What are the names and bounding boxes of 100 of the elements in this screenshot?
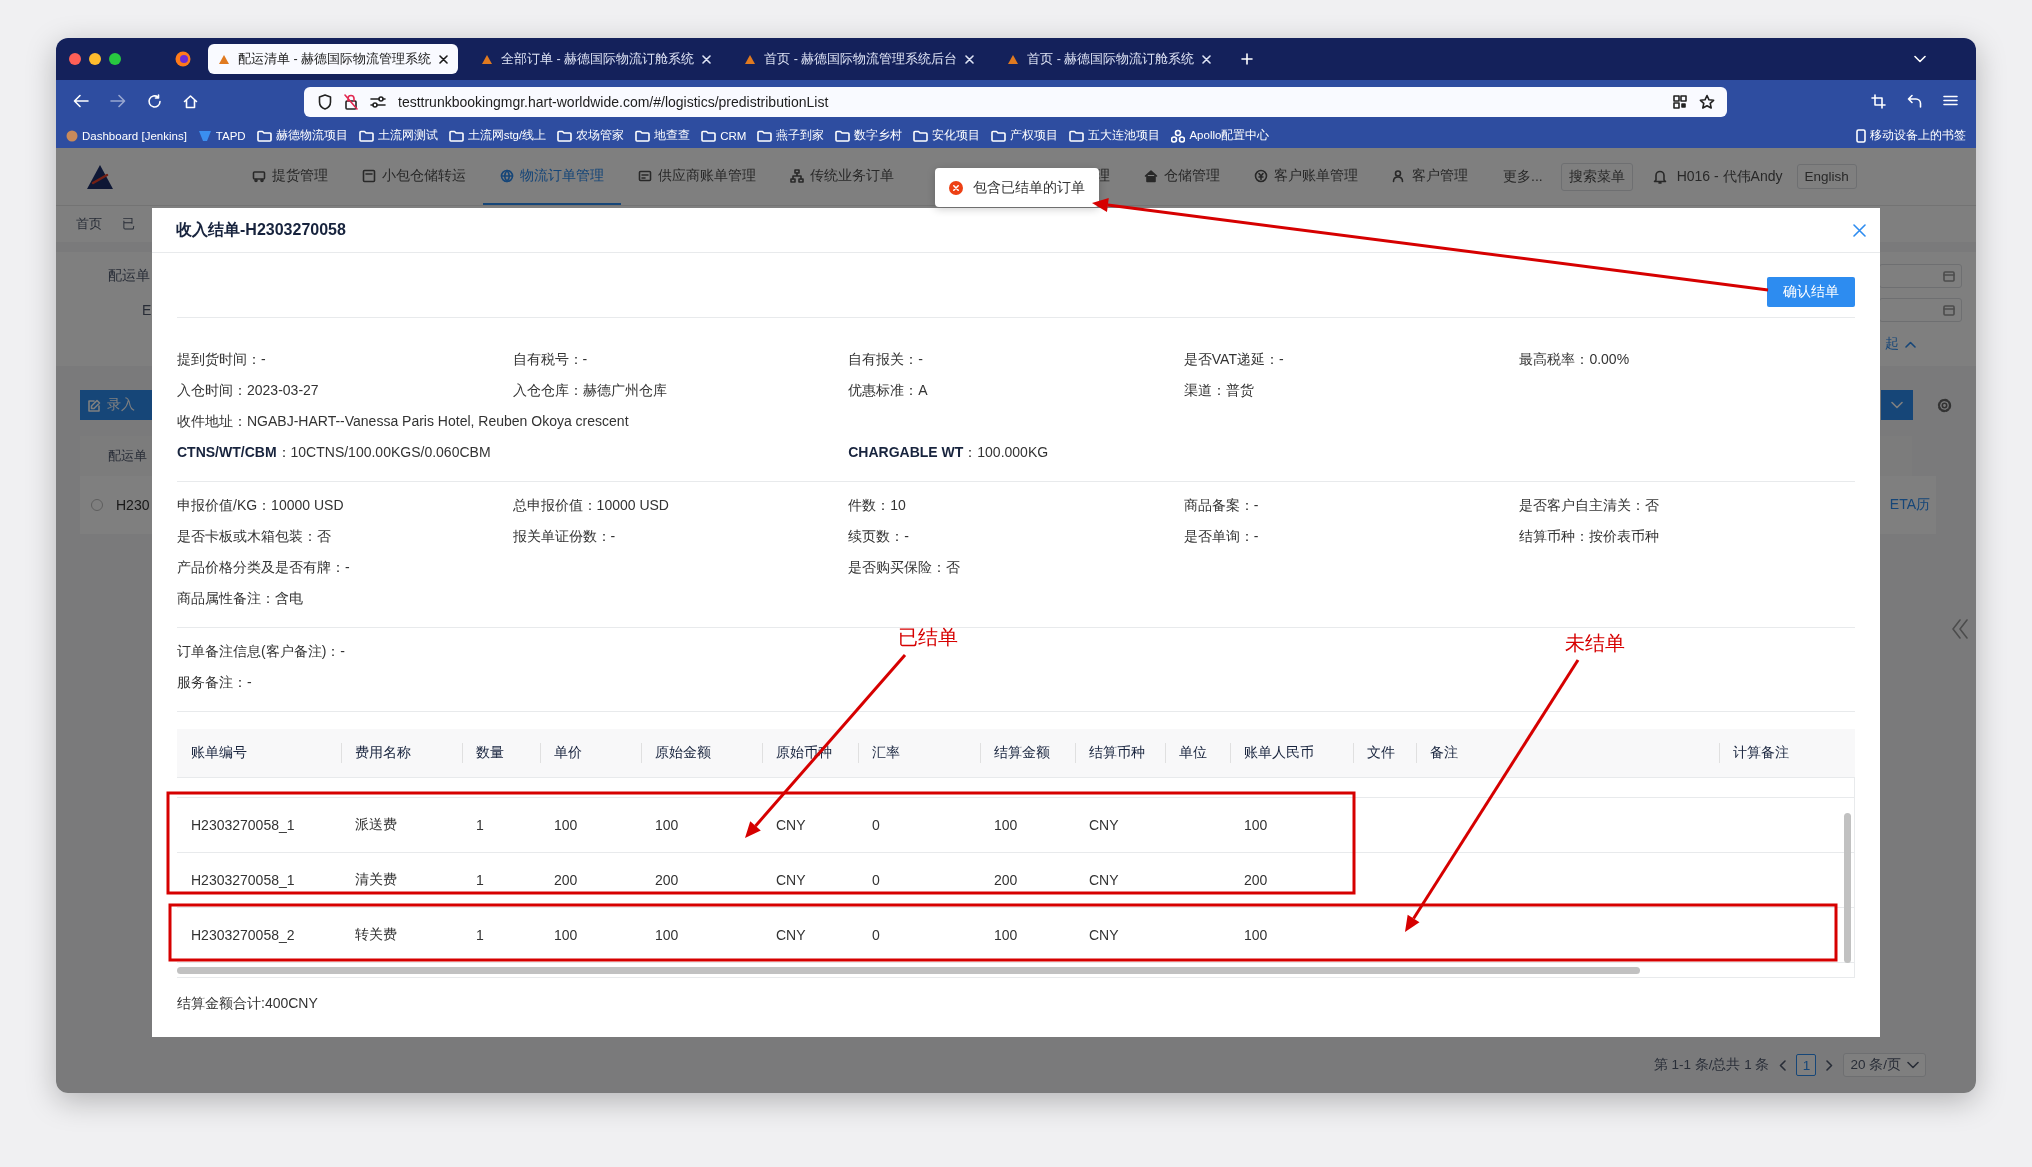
column-header: 账单人民币 — [1230, 729, 1353, 778]
table-cell: 0 — [858, 908, 980, 963]
bookmark[interactable]: 产权项目 — [991, 128, 1059, 143]
menu-icon[interactable] — [1943, 94, 1958, 107]
previous-page-icon[interactable] — [1779, 1059, 1787, 1071]
lock-icon — [344, 93, 358, 110]
table-cell: 200 — [1230, 853, 1353, 908]
table-cell: 派送费 — [341, 798, 462, 853]
calendar-icon — [1943, 304, 1955, 316]
language-button[interactable]: English — [1796, 164, 1857, 189]
plus-icon[interactable] — [1241, 53, 1254, 65]
nav-item[interactable]: 客户账单管理 — [1237, 148, 1375, 205]
bookmark[interactable]: CRM — [701, 129, 747, 142]
person-icon — [1392, 168, 1406, 183]
bookmark[interactable]: TAPD — [197, 129, 246, 142]
scrollbar-thumb[interactable] — [1844, 813, 1851, 963]
bookmark[interactable]: 土流网stg/线上 — [448, 128, 547, 143]
close-icon[interactable] — [1853, 223, 1866, 237]
folder-icon — [991, 129, 1007, 142]
nav-item[interactable]: 仓储管理 — [1127, 148, 1237, 205]
table-cell: H230 — [116, 497, 150, 513]
table-cell: 200 — [980, 853, 1075, 908]
info-field: 自有报关：- — [848, 350, 923, 369]
browser-tab[interactable]: 全部订单 - 赫德国际物流订舱系统 — [471, 44, 722, 74]
column-header: 单位 — [1165, 729, 1230, 778]
folder-icon — [256, 129, 272, 142]
bookmark[interactable]: Dashboard [Jenkins] — [66, 129, 187, 142]
dialog-title: 收入结单-H2303270058 — [176, 219, 346, 240]
more-menu[interactable]: 更多... — [1485, 167, 1561, 186]
box-icon — [362, 168, 376, 183]
bookmark[interactable]: 农场管家 — [557, 128, 625, 143]
crop-icon[interactable] — [1871, 94, 1886, 109]
column-header: 原始金额 — [641, 729, 762, 778]
browser-tab[interactable]: 配运清单 - 赫德国际物流管理系统 — [208, 44, 459, 74]
bookmark[interactable]: 安化项目 — [913, 128, 981, 143]
breadcrumb-tab[interactable]: 首页 — [70, 212, 108, 236]
info-field: 续页数：- — [848, 527, 909, 546]
minimize-window-button[interactable] — [89, 53, 101, 65]
folder-icon — [757, 129, 773, 142]
hierarchy-icon — [790, 168, 804, 183]
qr-code-icon[interactable] — [1673, 94, 1687, 109]
table-cell: 1 — [462, 853, 540, 908]
bookmark[interactable]: Apollo配置中心 — [1171, 128, 1270, 143]
close-window-button[interactable] — [69, 53, 81, 65]
breadcrumb-tab[interactable]: 已 — [116, 212, 141, 236]
settings-icon[interactable] — [1937, 397, 1952, 413]
undo-icon[interactable] — [1907, 94, 1922, 108]
table-cell: H2303270058_1 — [177, 798, 341, 853]
nav-item[interactable]: 小包仓储转运 — [345, 148, 483, 205]
home-icon[interactable] — [183, 94, 198, 109]
app-icon — [197, 129, 212, 142]
folder-icon — [358, 129, 374, 142]
column-header: 数量 — [462, 729, 540, 778]
scrollbar-thumb[interactable] — [177, 966, 1640, 974]
info-field: 订单备注信息(客户备注)：- — [177, 642, 345, 661]
info-field: 结算币种：按价表币种 — [1519, 527, 1660, 546]
row-radio[interactable] — [91, 499, 103, 511]
close-tab-icon[interactable] — [439, 54, 449, 64]
chevron-down-icon — [1891, 401, 1903, 409]
reload-icon[interactable] — [147, 94, 162, 109]
star-icon[interactable] — [1699, 93, 1715, 110]
table-cell: 100 — [641, 908, 762, 963]
nav-item[interactable]: 供应商账单管理 — [621, 148, 773, 205]
address-bar[interactable]: testtrunkbookingmgr.hart-worldwide.com/#/logistics/predistributionList — [304, 86, 1727, 117]
folder-icon — [1069, 129, 1085, 142]
bell-icon[interactable] — [1652, 169, 1667, 184]
forward-icon[interactable] — [110, 94, 126, 108]
folder-icon — [557, 129, 573, 142]
bookmark[interactable]: 赫德物流项目 — [256, 128, 348, 143]
back-icon[interactable] — [73, 94, 89, 108]
page-size-select[interactable]: 20 条/页 — [1843, 1053, 1926, 1077]
browser-tab[interactable]: 首页 - 赫德国际物流订舱系统 — [997, 44, 1222, 74]
info-field: 报关单证份数：- — [512, 527, 616, 546]
bookmark[interactable]: 燕子到家 — [757, 128, 825, 143]
nav-item[interactable]: 客户管理 — [1375, 148, 1485, 205]
info-field: 最高税率：0.00% — [1519, 350, 1630, 369]
url-text: testtrunkbookingmgr.hart-worldwide.com/#/logistics/predistributionList — [398, 93, 829, 110]
annotation-label: 未结单 — [1565, 630, 1625, 656]
bookmark[interactable]: 移动设备上的书签 — [1856, 128, 1966, 143]
search-menu-button[interactable]: 搜索菜单 — [1560, 162, 1633, 191]
nav-item[interactable]: 提货管理 — [235, 148, 345, 205]
folder-icon — [448, 129, 464, 142]
triangle-logo-icon — [744, 53, 757, 65]
info-field: 是否单询：- — [1183, 527, 1259, 546]
folder-icon — [701, 129, 717, 142]
bookmark[interactable]: 土流网测试 — [358, 128, 438, 143]
maximize-window-button[interactable] — [109, 53, 121, 65]
bookmark[interactable]: 五大连池项目 — [1069, 128, 1161, 143]
browser-tab[interactable]: 首页 - 赫德国际物流管理系统后台 — [734, 44, 985, 74]
truck-icon — [252, 168, 266, 183]
coin-icon — [1254, 168, 1268, 183]
column-header: 计算备注 — [1719, 729, 1855, 778]
nav-item[interactable]: 传统业务订单 — [773, 148, 911, 205]
bookmark[interactable]: 数字乡村 — [835, 128, 903, 143]
shield-icon — [318, 93, 332, 110]
bookmark[interactable]: 地查查 — [635, 128, 691, 143]
table-cell: CNY — [1075, 853, 1165, 908]
next-page-icon[interactable] — [1826, 1059, 1834, 1071]
table-cell: 1 — [462, 908, 540, 963]
user-name[interactable]: H016 - 代伟Andy — [1676, 167, 1783, 186]
